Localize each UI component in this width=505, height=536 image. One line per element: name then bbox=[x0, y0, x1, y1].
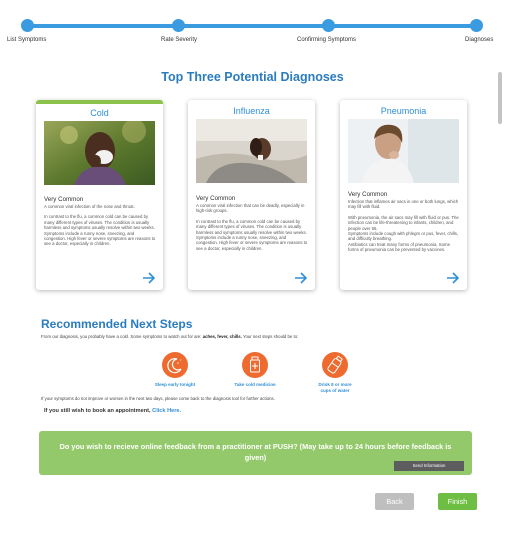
description-treatment: Antibiotics can treat many forms of pneu… bbox=[348, 241, 450, 253]
svg-text:z: z bbox=[180, 358, 182, 362]
arrow-right-icon[interactable] bbox=[294, 272, 308, 284]
arrow-right-icon[interactable] bbox=[446, 272, 460, 284]
send-information-button[interactable]: Send Information bbox=[394, 461, 464, 471]
diagnosis-suffix: Your next steps should be to: bbox=[241, 334, 299, 339]
card-description: Infection that inflames air sacs in one … bbox=[348, 199, 460, 253]
step-label-diagnoses[interactable]: Diagnoses bbox=[465, 37, 493, 43]
diagnosis-card-cold[interactable]: Cold Very Common A common viral infectio… bbox=[36, 100, 163, 290]
svg-text:z: z bbox=[177, 360, 179, 365]
arrow-right-icon[interactable] bbox=[142, 272, 156, 284]
description-summary: Infection that inflames air sacs in one … bbox=[348, 199, 459, 210]
diagnosis-card-pneumonia[interactable]: Pneumonia Very Common Infection that inf… bbox=[340, 100, 467, 290]
diagnosis-prefix: From our diagnosis, you probably have a … bbox=[41, 334, 203, 339]
description-symptoms: Symptoms include a runny nose, sneezing,… bbox=[44, 230, 156, 247]
page-title: Top Three Potential Diagnoses bbox=[161, 70, 344, 84]
card-title: Cold bbox=[90, 108, 109, 118]
step-label-confirming-symptoms[interactable]: Confirming Symptoms bbox=[297, 37, 356, 43]
card-description: A common viral infection of the nose and… bbox=[44, 204, 156, 247]
step-label-rate-severity[interactable]: Rate Severity bbox=[161, 37, 197, 43]
cold-photo bbox=[44, 121, 155, 185]
stepper-line bbox=[28, 24, 477, 28]
medicine-bottle-icon bbox=[242, 352, 268, 378]
feedback-panel: Do you wish to recieve online feedback f… bbox=[39, 431, 472, 475]
book-prefix: If you still wish to book an appointment… bbox=[44, 408, 153, 414]
frequency-label: Very Common bbox=[196, 195, 236, 202]
feedback-question: Do you wish to recieve online feedback f… bbox=[59, 442, 452, 462]
sleep-moon-icon: z z bbox=[162, 352, 188, 378]
recommendation-sleep-label: Sleep early tonight bbox=[154, 382, 196, 387]
recommendation-water-label: Drink 8 or more cups of water bbox=[318, 382, 352, 393]
card-description: A common viral infection that can be dea… bbox=[196, 203, 308, 251]
description-detail: In contrast to the flu, a common cold ca… bbox=[196, 218, 307, 235]
frequency-label: Very Common bbox=[348, 191, 388, 198]
recommendation-medicine-label: Take cold medicine bbox=[234, 382, 276, 387]
watch-symptoms: aches, fever, chills. bbox=[202, 334, 242, 339]
description-symptoms: Symptoms include a runny nose, sneezing,… bbox=[196, 235, 308, 251]
diagnosis-summary-text: From our diagnosis, you probably have a … bbox=[41, 334, 298, 339]
description-symptoms: Symptoms include cough with phlegm or pu… bbox=[348, 231, 459, 242]
card-title: Influenza bbox=[233, 106, 270, 116]
progress-stepper: List Symptoms Rate Severity Confirming S… bbox=[0, 0, 505, 48]
diagnosis-card-influenza[interactable]: Influenza Very Common A common viral inf… bbox=[188, 100, 315, 290]
step-dot-rate-severity[interactable] bbox=[172, 19, 185, 32]
back-button[interactable]: Back bbox=[375, 493, 414, 510]
card-title: Pneumonia bbox=[380, 106, 427, 116]
pneumonia-photo bbox=[348, 119, 459, 183]
description-detail: With pneumonia, the air sacs may fill wi… bbox=[348, 214, 459, 231]
step-dot-diagnoses[interactable] bbox=[470, 19, 483, 32]
description-summary: A common viral infection that can be dea… bbox=[196, 203, 305, 214]
follow-up-text: If your symptoms do not improve or worse… bbox=[41, 396, 275, 401]
step-dot-confirming-symptoms[interactable] bbox=[322, 19, 335, 32]
finish-button[interactable]: Finish bbox=[438, 493, 477, 510]
book-appointment-text: If you still wish to book an appointment… bbox=[44, 408, 181, 414]
frequency-label: Very Common bbox=[44, 196, 84, 203]
book-appointment-link[interactable]: Click Here. bbox=[152, 408, 181, 414]
next-steps-title: Recommended Next Steps bbox=[41, 317, 193, 331]
step-dot-list-symptoms[interactable] bbox=[21, 19, 34, 32]
step-label-list-symptoms[interactable]: List Symptoms bbox=[7, 37, 46, 43]
water-bottle-icon bbox=[322, 352, 348, 378]
influenza-photo bbox=[196, 119, 307, 183]
description-detail: In contrast to the flu, a common cold ca… bbox=[44, 214, 155, 231]
